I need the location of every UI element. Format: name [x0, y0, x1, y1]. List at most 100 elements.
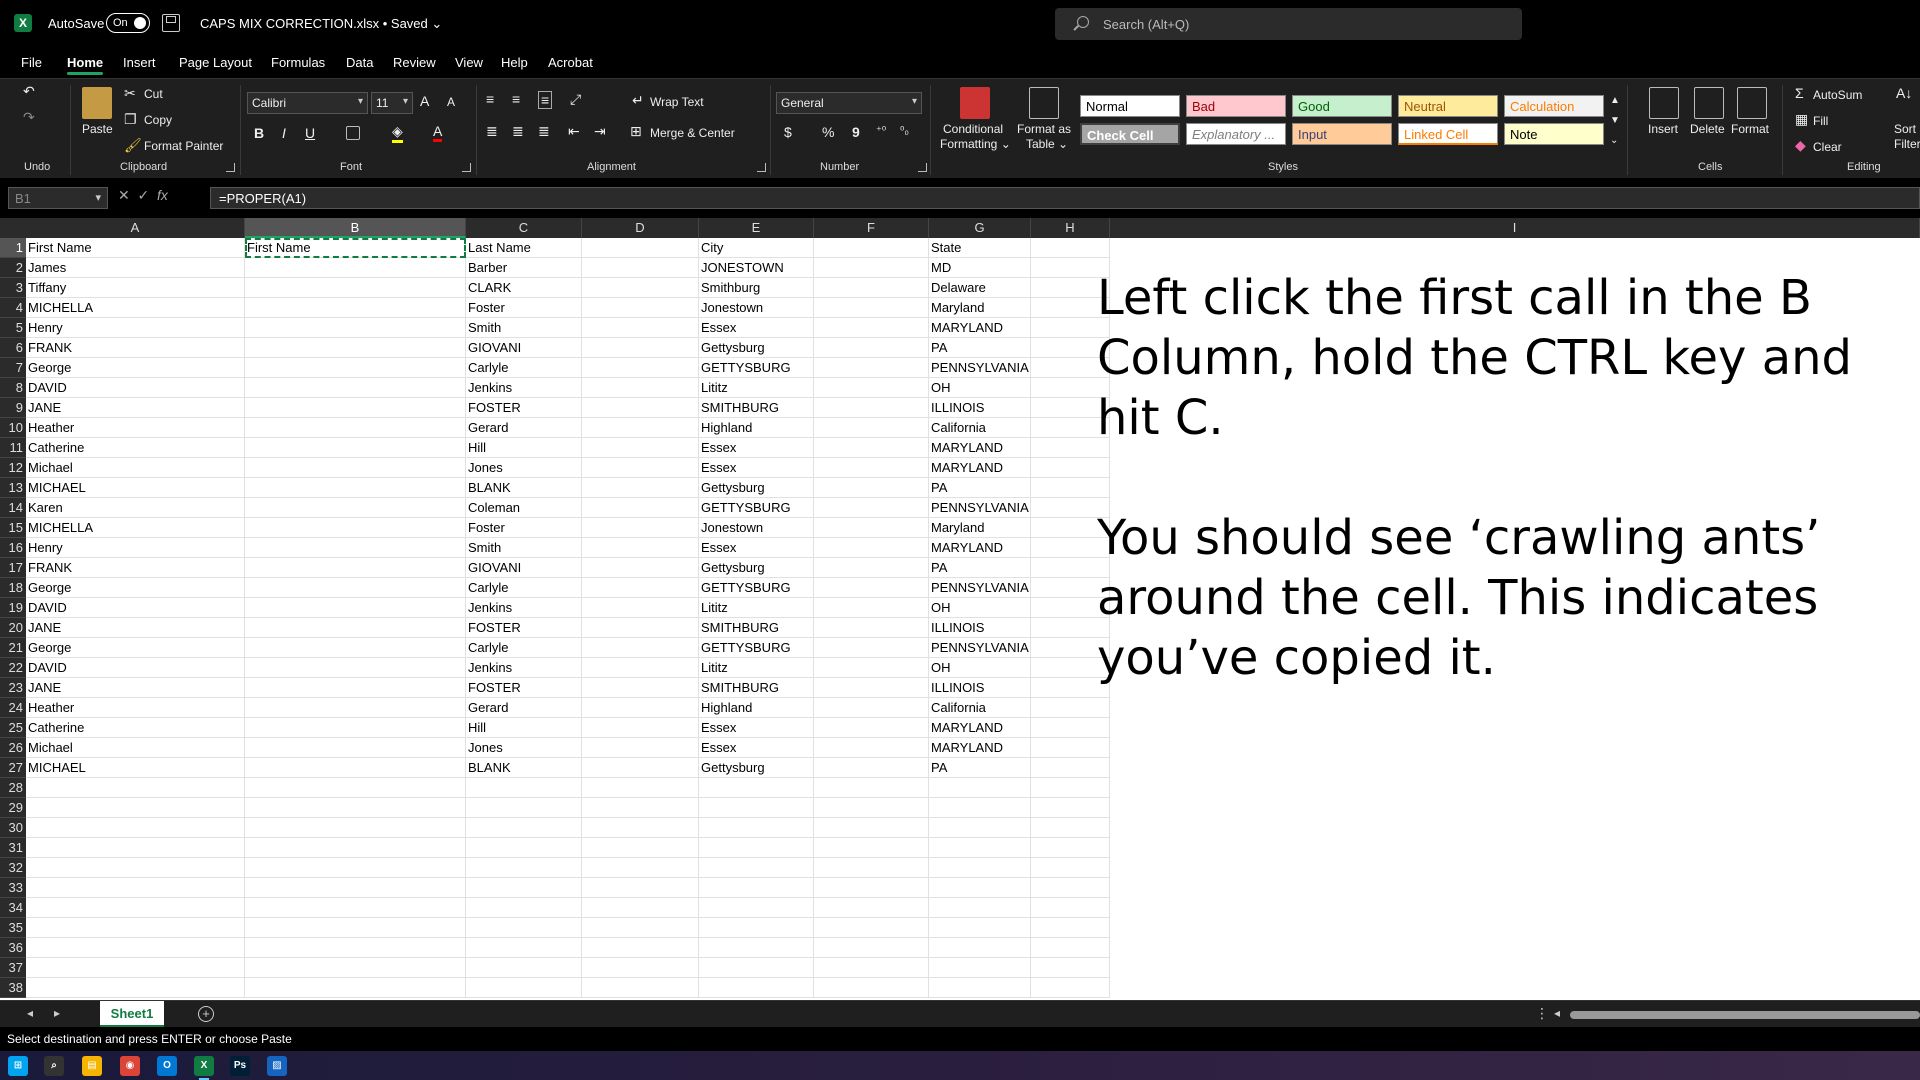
cell-e23[interactable]: SMITHBURG	[699, 678, 814, 698]
row-header-35[interactable]: 35	[0, 918, 26, 938]
format-as-table-icon[interactable]	[1029, 87, 1059, 119]
cell-g21[interactable]: PENNSYLVANIA	[929, 638, 1031, 658]
format-cells-button[interactable]: Format	[1731, 122, 1769, 136]
format-as-table-button[interactable]: Format as	[1017, 122, 1071, 136]
row-header-4[interactable]: 4	[0, 298, 26, 318]
row-header-31[interactable]: 31	[0, 838, 26, 858]
cell-style-check-cell[interactable]: Check Cell	[1080, 123, 1180, 145]
row-header-16[interactable]: 16	[0, 538, 26, 558]
cell-a14[interactable]: Karen	[26, 498, 245, 518]
cell-g14[interactable]: PENNSYLVANIA	[929, 498, 1031, 518]
cell-style-explanatory[interactable]: Explanatory ...	[1186, 123, 1286, 145]
outlook-icon[interactable]: O	[157, 1056, 177, 1076]
row-header-32[interactable]: 32	[0, 858, 26, 878]
cell-e15[interactable]: Jonestown	[699, 518, 814, 538]
cell-e4[interactable]: Jonestown	[699, 298, 814, 318]
dialog-launcher-icon[interactable]	[757, 163, 766, 172]
cell-a23[interactable]: JANE	[26, 678, 245, 698]
cell-g26[interactable]: MARYLAND	[929, 738, 1031, 758]
cell-a13[interactable]: MICHAEL	[26, 478, 245, 498]
cell-a27[interactable]: MICHAEL	[26, 758, 245, 778]
sort-button[interactable]: Sort	[1894, 122, 1916, 136]
row-header-36[interactable]: 36	[0, 938, 26, 958]
cell-a26[interactable]: Michael	[26, 738, 245, 758]
row-header-28[interactable]: 28	[0, 778, 26, 798]
cell-g17[interactable]: PA	[929, 558, 1031, 578]
cell-c27[interactable]: BLANK	[466, 758, 582, 778]
cell-a5[interactable]: Henry	[26, 318, 245, 338]
sheet-next-icon[interactable]: ▸	[54, 1006, 60, 1020]
formula-input[interactable]: =PROPER(A1)	[210, 187, 1920, 209]
tab-home[interactable]: Home	[67, 55, 104, 75]
search-icon[interactable]: ⌕	[44, 1056, 64, 1076]
file-explorer-icon[interactable]: ▤	[82, 1056, 102, 1076]
clear-button[interactable]: Clear	[1813, 140, 1842, 154]
cell-g23[interactable]: ILLINOIS	[929, 678, 1031, 698]
row-header-6[interactable]: 6	[0, 338, 26, 358]
cell-e13[interactable]: Gettysburg	[699, 478, 814, 498]
row-header-10[interactable]: 10	[0, 418, 26, 438]
gallery-scroll-up-icon[interactable]: ▲	[1610, 95, 1620, 106]
cell-e9[interactable]: SMITHBURG	[699, 398, 814, 418]
fill-color-icon[interactable]: ◈	[392, 123, 403, 143]
clear-icon[interactable]: ◆	[1795, 137, 1806, 154]
dialog-launcher-icon[interactable]	[918, 163, 927, 172]
row-header-21[interactable]: 21	[0, 638, 26, 658]
redo-icon[interactable]: ↷	[23, 109, 35, 126]
comma-style-button[interactable]: 9	[852, 124, 860, 140]
sheet-prev-icon[interactable]: ◂	[27, 1006, 33, 1020]
cell-g25[interactable]: MARYLAND	[929, 718, 1031, 738]
autosave-toggle[interactable]: On	[106, 13, 150, 33]
tab-data[interactable]: Data	[346, 55, 373, 70]
autosum-icon[interactable]: Σ	[1795, 85, 1804, 101]
cell-g16[interactable]: MARYLAND	[929, 538, 1031, 558]
cell-c15[interactable]: Foster	[466, 518, 582, 538]
cell-g3[interactable]: Delaware	[929, 278, 1031, 298]
insert-function-icon[interactable]: fx	[157, 187, 168, 203]
row-header-30[interactable]: 30	[0, 818, 26, 838]
row-header-3[interactable]: 3	[0, 278, 26, 298]
gallery-scroll-down-icon[interactable]: ▼	[1610, 115, 1620, 126]
add-sheet-button[interactable]: +	[198, 1006, 214, 1022]
cell-e10[interactable]: Highland	[699, 418, 814, 438]
row-header-2[interactable]: 2	[0, 258, 26, 278]
underline-button[interactable]: U	[305, 125, 315, 141]
align-right-icon[interactable]: ≣	[538, 123, 550, 140]
cell-a22[interactable]: DAVID	[26, 658, 245, 678]
cell-c19[interactable]: Jenkins	[466, 598, 582, 618]
row-header-37[interactable]: 37	[0, 958, 26, 978]
row-header-34[interactable]: 34	[0, 898, 26, 918]
cell-g22[interactable]: OH	[929, 658, 1031, 678]
cell-a18[interactable]: George	[26, 578, 245, 598]
cell-c6[interactable]: GIOVANI	[466, 338, 582, 358]
sheet-tab-sheet1[interactable]: Sheet1	[100, 1001, 164, 1027]
bold-button[interactable]: B	[254, 125, 264, 141]
italic-button[interactable]: I	[282, 125, 286, 141]
cell-e19[interactable]: Lititz	[699, 598, 814, 618]
tab-review[interactable]: Review	[393, 55, 436, 70]
cell-a15[interactable]: MICHELLA	[26, 518, 245, 538]
cell-g8[interactable]: OH	[929, 378, 1031, 398]
align-center-icon[interactable]: ≣	[512, 123, 524, 140]
cell-c12[interactable]: Jones	[466, 458, 582, 478]
copy-icon[interactable]: ❐	[124, 111, 137, 128]
cell-c14[interactable]: Coleman	[466, 498, 582, 518]
worksheet-grid[interactable]: ABCDEFGHI 1 2 3 4 5 6 7 8 9 10 11 12 13 14 15 16 17 18 19 2…	[0, 218, 1920, 1000]
cell-c5[interactable]: Smith	[466, 318, 582, 338]
cell-e2[interactable]: JONESTOWN	[699, 258, 814, 278]
cell-e7[interactable]: GETTYSBURG	[699, 358, 814, 378]
photoshop-icon[interactable]: Ps	[230, 1056, 250, 1076]
cell-e11[interactable]: Essex	[699, 438, 814, 458]
cell-g18[interactable]: PENNSYLVANIA	[929, 578, 1031, 598]
cell-style-normal[interactable]: Normal	[1080, 95, 1180, 117]
cell-a1[interactable]: First Name	[26, 238, 245, 258]
row-header-12[interactable]: 12	[0, 458, 26, 478]
column-header-h[interactable]: H	[1031, 218, 1110, 238]
row-header-22[interactable]: 22	[0, 658, 26, 678]
cell-a7[interactable]: George	[26, 358, 245, 378]
cell-c23[interactable]: FOSTER	[466, 678, 582, 698]
align-left-icon[interactable]: ≣	[486, 123, 498, 140]
row-header-23[interactable]: 23	[0, 678, 26, 698]
row-header-24[interactable]: 24	[0, 698, 26, 718]
percent-button[interactable]: %	[822, 124, 834, 140]
